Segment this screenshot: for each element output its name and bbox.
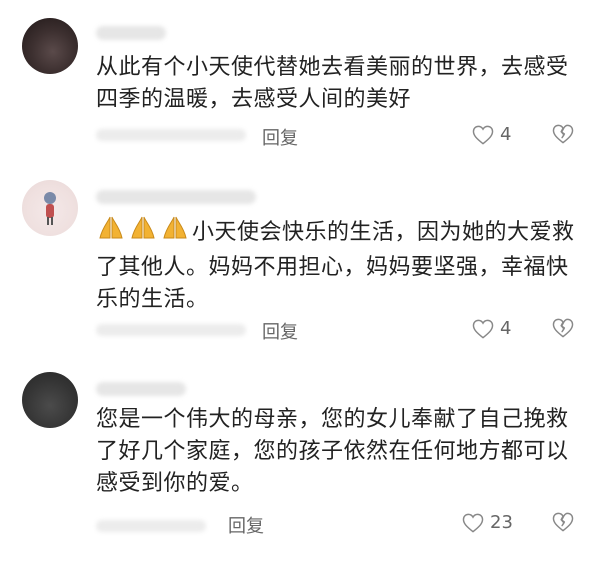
heart-icon: [472, 125, 494, 145]
like-button[interactable]: 23: [462, 512, 513, 533]
dislike-button[interactable]: [552, 124, 574, 144]
comment-text: 小天使会快乐的生活，因为她的大爱救了其他人。妈妈不用担心，妈妈要坚强，幸福快乐的…: [96, 214, 576, 316]
heart-icon: [462, 513, 484, 533]
timestamp-blurred: [96, 520, 206, 532]
folded-hands-icon: [96, 214, 192, 252]
comment-text: 您是一个伟大的母亲，您的女儿奉献了自己挽救了好几个家庭，您的孩子依然在任何地方都…: [96, 407, 569, 496]
avatar[interactable]: [22, 180, 78, 236]
dislike-button[interactable]: [552, 318, 574, 338]
reply-button[interactable]: 回复: [262, 318, 298, 344]
broken-heart-icon: [552, 318, 574, 338]
like-button[interactable]: 4: [472, 124, 511, 145]
dislike-button[interactable]: [552, 512, 574, 532]
reply-button[interactable]: 回复: [228, 512, 264, 538]
broken-heart-icon: [552, 124, 574, 144]
comment-text: 从此有个小天使代替她去看美丽的世界，去感受四季的温暖，去感受人间的美好: [96, 55, 569, 112]
timestamp-blurred: [96, 129, 246, 141]
username-blurred[interactable]: [96, 190, 256, 204]
heart-icon: [472, 319, 494, 339]
username-blurred[interactable]: [96, 382, 186, 396]
avatar[interactable]: [22, 372, 78, 428]
reply-button[interactable]: 回复: [262, 124, 298, 150]
timestamp-blurred: [96, 324, 246, 336]
avatar-figure: [40, 190, 60, 226]
like-count: 4: [500, 124, 512, 145]
username-blurred[interactable]: [96, 26, 166, 40]
like-count: 23: [490, 512, 513, 533]
avatar[interactable]: [22, 18, 78, 74]
broken-heart-icon: [552, 512, 574, 532]
like-button[interactable]: 4: [472, 318, 511, 339]
like-count: 4: [500, 318, 512, 339]
